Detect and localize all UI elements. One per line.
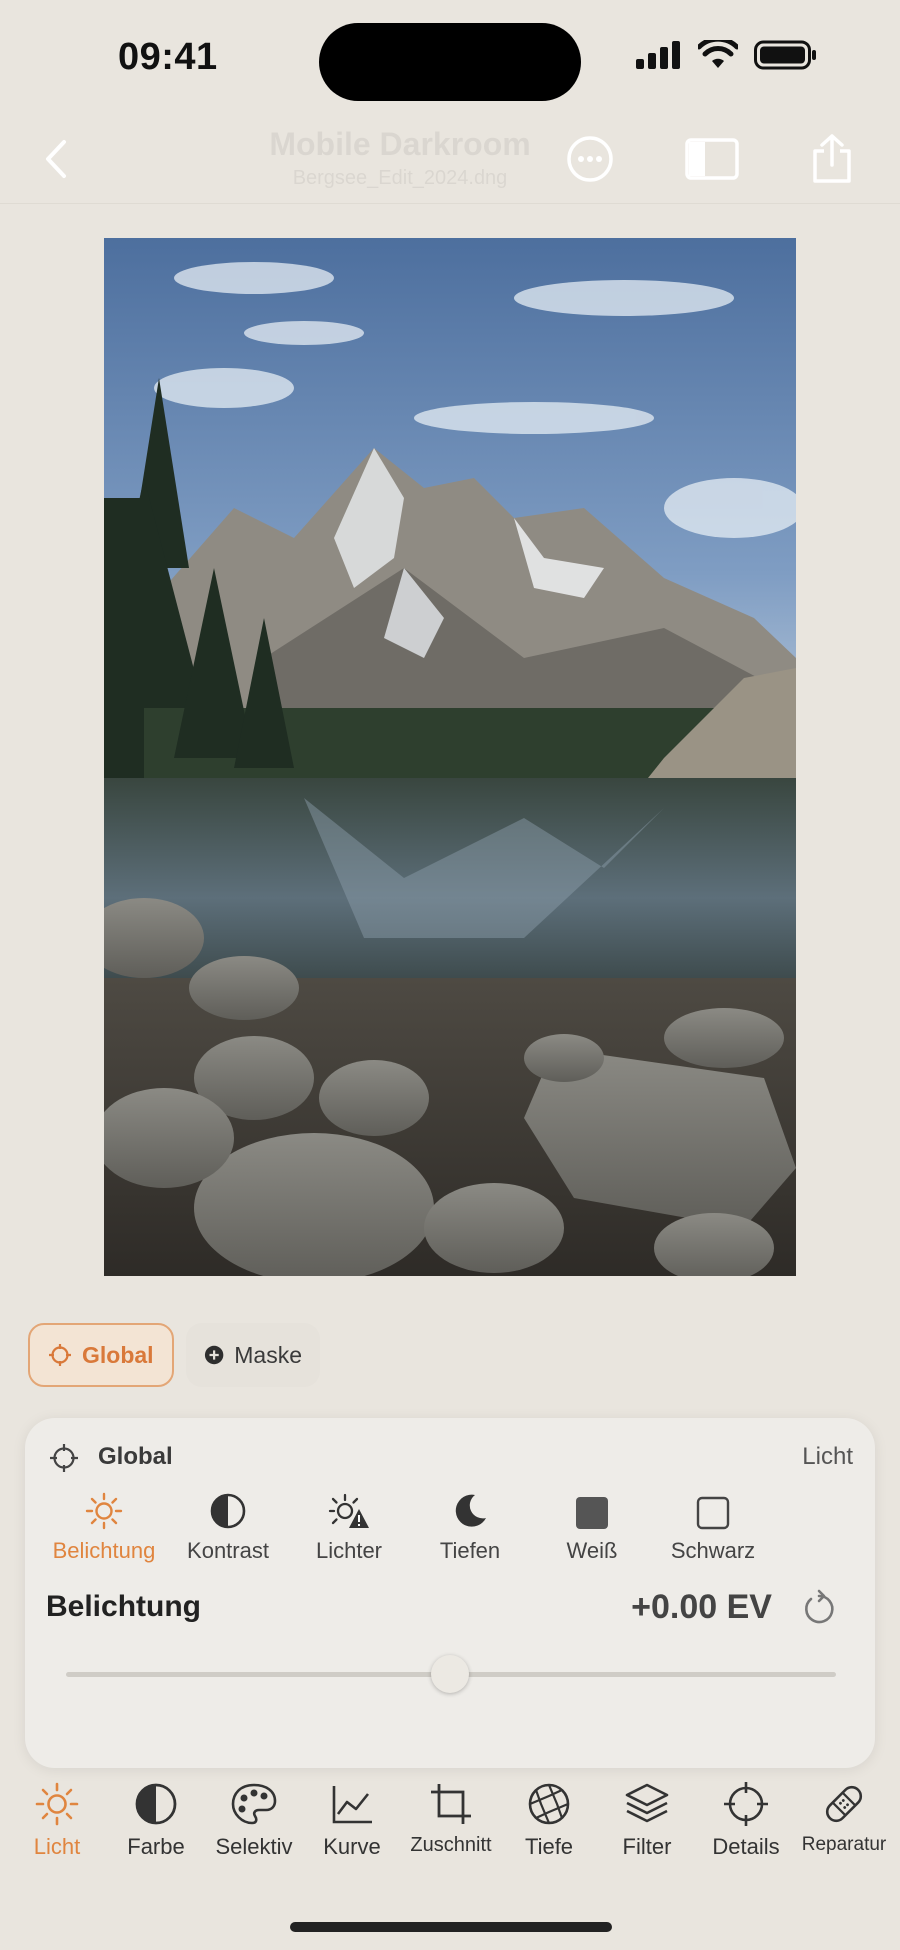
chevron-left-icon <box>46 140 66 178</box>
tab-label: Zuschnitt <box>410 1834 492 1856</box>
tool-tiefen[interactable]: Tiefen <box>410 1490 530 1564</box>
filled-square-icon <box>576 1497 608 1529</box>
exposure-slider-thumb[interactable] <box>431 1655 469 1693</box>
panel-category-label: Licht <box>802 1443 853 1470</box>
crop-icon <box>431 1784 471 1824</box>
highlights-warning-icon <box>328 1493 369 1528</box>
share-button[interactable] <box>804 133 860 185</box>
tab-label: Filter <box>622 1834 672 1859</box>
tool-label: Kontrast <box>187 1538 269 1563</box>
plus-circle-icon <box>204 1345 224 1365</box>
wifi-icon <box>698 40 738 68</box>
tab-label: Kurve <box>323 1834 381 1859</box>
tab-label: Selektiv <box>215 1834 293 1859</box>
nav-divider <box>0 203 900 204</box>
nav-title: Mobile Darkroom <box>269 126 531 162</box>
dynamic-island <box>319 23 581 101</box>
home-indicator <box>290 1922 612 1932</box>
mask-chip-label: Maske <box>234 1341 302 1368</box>
tool-kontrast[interactable]: Kontrast <box>168 1490 288 1564</box>
back-button[interactable] <box>36 134 76 184</box>
tool-label: Schwarz <box>670 1538 756 1563</box>
parameter-name: Belichtung <box>46 1590 201 1623</box>
tab-selektiv[interactable]: Selektiv <box>204 1782 304 1860</box>
tab-label: Details <box>712 1834 780 1859</box>
sun-icon <box>35 1782 79 1826</box>
bandage-icon <box>825 1785 863 1823</box>
outline-square-icon <box>696 1496 730 1530</box>
parameter-value: +0.00 EV <box>631 1588 772 1626</box>
share-icon <box>813 134 851 183</box>
cellular-signal-icon <box>636 41 680 69</box>
tab-label: Reparatur <box>801 1834 887 1855</box>
mask-chip[interactable]: Maske <box>186 1323 320 1387</box>
tab-details[interactable]: Details <box>696 1782 796 1860</box>
reset-icon <box>805 1589 834 1624</box>
nav-subtitle: Bergsee_Edit_2024.dng <box>292 167 508 189</box>
sun-icon <box>85 1492 123 1530</box>
crosshair-icon <box>724 1782 768 1826</box>
tab-licht[interactable]: Licht <box>7 1782 107 1860</box>
mountain-lake-photo <box>104 238 796 1276</box>
tab-label: Farbe <box>127 1834 185 1859</box>
palette-icon <box>231 1783 277 1825</box>
tab-zuschnitt[interactable]: Zuschnitt <box>401 1782 501 1857</box>
tool-lichter[interactable]: Lichter <box>289 1490 409 1564</box>
tab-filter[interactable]: Filter <box>597 1782 697 1860</box>
curve-chart-icon <box>332 1786 372 1824</box>
split-compare-icon <box>685 138 739 180</box>
tab-label: Licht <box>33 1834 81 1859</box>
tab-reparatur[interactable]: Reparatur <box>794 1782 894 1856</box>
photo-canvas[interactable] <box>104 238 796 1276</box>
contrast-icon <box>135 1783 177 1825</box>
tab-tiefe[interactable]: Tiefe <box>499 1782 599 1860</box>
tool-label: Tiefen <box>439 1538 501 1563</box>
tab-kurve[interactable]: Kurve <box>302 1782 402 1860</box>
tool-label: Belichtung <box>52 1538 156 1563</box>
tab-label: Tiefe <box>524 1834 574 1859</box>
nav-title-block: Mobile Darkroom Bergsee_Edit_2024.dng <box>200 126 600 190</box>
reset-button[interactable] <box>799 1589 839 1629</box>
contrast-icon <box>210 1493 246 1529</box>
tab-farbe[interactable]: Farbe <box>106 1782 206 1860</box>
compare-button[interactable] <box>684 133 740 185</box>
tool-belichtung[interactable]: Belichtung <box>44 1490 164 1564</box>
aperture-icon <box>528 1783 570 1825</box>
crosshair-icon <box>49 1344 71 1366</box>
tool-label: Weiß <box>566 1538 618 1563</box>
tool-weiss[interactable]: Weiß <box>532 1490 652 1564</box>
layers-icon <box>625 1783 669 1823</box>
status-icons <box>636 40 818 70</box>
ellipsis-circle-icon <box>567 136 613 182</box>
global-chip-label: Global <box>82 1341 154 1368</box>
panel-scope-title: Global <box>98 1443 173 1470</box>
crosshair-icon <box>49 1443 79 1473</box>
global-chip[interactable]: Global <box>28 1323 174 1387</box>
tool-schwarz[interactable]: Schwarz <box>653 1490 773 1564</box>
more-button[interactable] <box>562 133 618 185</box>
battery-icon <box>754 40 816 70</box>
moon-icon <box>455 1494 486 1527</box>
tool-label: Lichter <box>315 1538 383 1563</box>
status-time: 09:41 <box>118 36 218 78</box>
